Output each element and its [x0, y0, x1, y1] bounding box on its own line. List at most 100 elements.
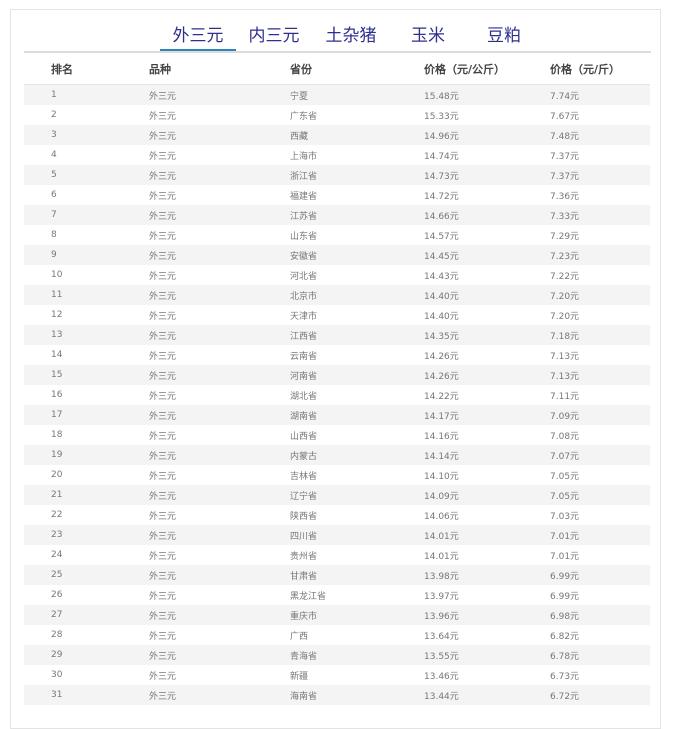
price-kg-cell: 15.33元 [424, 111, 459, 122]
variety-cell: 外三元 [149, 311, 177, 322]
province-cell: 湖北省 [290, 391, 318, 402]
variety-cell: 外三元 [149, 131, 177, 142]
table-row: 5 外三元 浙江省 14.73元 7.37元 [24, 165, 650, 185]
table-row: 18 外三元 山西省 14.16元 7.08元 [24, 425, 650, 445]
rank-cell: 8 [51, 230, 57, 240]
variety-cell: 外三元 [149, 431, 177, 442]
price-jin-cell: 7.37元 [550, 151, 580, 162]
province-cell: 广东省 [290, 111, 318, 122]
variety-cell: 外三元 [149, 671, 177, 682]
variety-cell: 外三元 [149, 411, 177, 422]
variety-cell: 外三元 [149, 291, 177, 302]
price-kg-cell: 14.26元 [424, 371, 459, 382]
price-kg-cell: 14.96元 [424, 131, 459, 142]
rank-cell: 18 [51, 430, 63, 440]
province-cell: 山东省 [290, 231, 318, 242]
price-jin-cell: 7.22元 [550, 271, 580, 282]
variety-cell: 外三元 [149, 171, 177, 182]
rank-cell: 1 [51, 90, 57, 100]
price-jin-cell: 6.98元 [550, 611, 580, 622]
tab-dou-po[interactable]: 豆粕 [466, 23, 542, 52]
variety-cell: 外三元 [149, 491, 177, 502]
category-tabs: 外三元 内三元 土杂猪 玉米 豆粕 [160, 23, 542, 53]
price-table: 排名 品种 省份 价格（元/公斤） 价格（元/斤） 1 外三元 宁夏 15.48元 7.… [24, 54, 650, 705]
price-jin-cell: 7.23元 [550, 251, 580, 262]
rank-cell: 23 [51, 530, 63, 540]
price-jin-cell: 7.33元 [550, 211, 580, 222]
table-row: 10 外三元 河北省 14.43元 7.22元 [24, 265, 650, 285]
price-kg-cell: 13.46元 [424, 671, 459, 682]
price-jin-cell: 7.01元 [550, 551, 580, 562]
table-row: 3 外三元 西藏 14.96元 7.48元 [24, 125, 650, 145]
price-jin-cell: 7.20元 [550, 311, 580, 322]
table-row: 17 外三元 湖南省 14.17元 7.09元 [24, 405, 650, 425]
rank-cell: 13 [51, 330, 63, 340]
price-jin-cell: 6.78元 [550, 651, 580, 662]
table-row: 14 外三元 云南省 14.26元 7.13元 [24, 345, 650, 365]
rank-cell: 6 [51, 190, 57, 200]
province-cell: 四川省 [290, 531, 318, 542]
variety-cell: 外三元 [149, 631, 177, 642]
rank-cell: 21 [51, 490, 63, 500]
province-cell: 陕西省 [290, 511, 318, 522]
price-jin-cell: 7.07元 [550, 451, 580, 462]
header-price-per-kg: 价格（元/公斤） [424, 63, 506, 76]
price-jin-cell: 6.73元 [550, 671, 580, 682]
province-cell: 北京市 [290, 291, 318, 302]
province-cell: 重庆市 [290, 611, 318, 622]
province-cell: 湖南省 [290, 411, 318, 422]
table-row: 15 外三元 河南省 14.26元 7.13元 [24, 365, 650, 385]
table-row: 8 外三元 山东省 14.57元 7.29元 [24, 225, 650, 245]
table-row: 7 外三元 江苏省 14.66元 7.33元 [24, 205, 650, 225]
table-row: 2 外三元 广东省 15.33元 7.67元 [24, 105, 650, 125]
price-kg-cell: 13.97元 [424, 591, 459, 602]
rank-cell: 29 [51, 650, 63, 660]
table-row: 26 外三元 黑龙江省 13.97元 6.99元 [24, 585, 650, 605]
price-jin-cell: 7.74元 [550, 91, 580, 102]
rank-cell: 19 [51, 450, 63, 460]
variety-cell: 外三元 [149, 151, 177, 162]
tab-nei-san-yuan[interactable]: 内三元 [236, 23, 312, 52]
tab-tu-za-zhu[interactable]: 土杂猪 [312, 23, 390, 52]
price-jin-cell: 6.99元 [550, 591, 580, 602]
table-row: 16 外三元 湖北省 14.22元 7.11元 [24, 385, 650, 405]
rank-cell: 2 [51, 110, 57, 120]
table-row: 29 外三元 青海省 13.55元 6.78元 [24, 645, 650, 665]
variety-cell: 外三元 [149, 451, 177, 462]
rank-cell: 10 [51, 270, 63, 280]
price-kg-cell: 14.66元 [424, 211, 459, 222]
tab-yu-mi[interactable]: 玉米 [390, 23, 466, 52]
rank-cell: 24 [51, 550, 63, 560]
province-cell: 黑龙江省 [290, 591, 327, 602]
table-body: 1 外三元 宁夏 15.48元 7.74元 2 外三元 广东省 15.33元 7.67元 3 外三元西… [24, 85, 650, 705]
variety-cell: 外三元 [149, 231, 177, 242]
price-kg-cell: 14.57元 [424, 231, 459, 242]
price-jin-cell: 7.29元 [550, 231, 580, 242]
variety-cell: 外三元 [149, 271, 177, 282]
price-kg-cell: 14.14元 [424, 451, 459, 462]
table-header: 排名 品种 省份 价格（元/公斤） 价格（元/斤） [24, 54, 650, 85]
rank-cell: 28 [51, 630, 63, 640]
tab-wai-san-yuan[interactable]: 外三元 [160, 23, 236, 52]
province-cell: 上海市 [290, 151, 318, 162]
province-cell: 甘肃省 [290, 571, 318, 582]
price-jin-cell: 7.09元 [550, 411, 580, 422]
price-kg-cell: 14.26元 [424, 351, 459, 362]
province-cell: 宁夏 [290, 91, 309, 102]
province-cell: 新疆 [290, 671, 309, 682]
variety-cell: 外三元 [149, 251, 177, 262]
province-cell: 贵州省 [290, 551, 318, 562]
table-row: 31 外三元 海南省 13.44元 6.72元 [24, 685, 650, 705]
rank-cell: 3 [51, 130, 57, 140]
province-cell: 天津市 [290, 311, 318, 322]
price-kg-cell: 14.73元 [424, 171, 459, 182]
table-row: 22 外三元 陕西省 14.06元 7.03元 [24, 505, 650, 525]
price-kg-cell: 14.40元 [424, 291, 459, 302]
rank-cell: 16 [51, 390, 63, 400]
header-province: 省份 [290, 63, 312, 76]
price-jin-cell: 7.13元 [550, 351, 580, 362]
price-jin-cell: 6.82元 [550, 631, 580, 642]
price-kg-cell: 14.40元 [424, 311, 459, 322]
variety-cell: 外三元 [149, 511, 177, 522]
table-row: 27 外三元 重庆市 13.96元 6.98元 [24, 605, 650, 625]
